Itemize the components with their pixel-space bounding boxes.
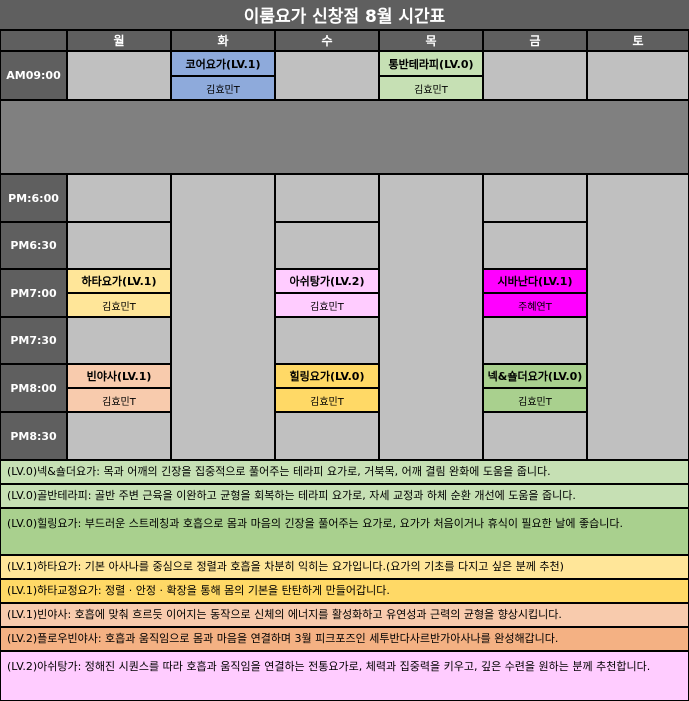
class-teacher: 김효민T xyxy=(275,293,379,317)
empty-slot xyxy=(483,317,587,364)
desc-text: 부드러운 스트레칭과 호흡으로 몸과 마음의 긴장을 풀어주는 요가로, 요가가… xyxy=(84,517,624,530)
desc-hatha-correction: (LV.1)하타교정요가: 정렬 · 안정 · 확장을 통해 몸의 기본을 탄탄… xyxy=(0,579,689,603)
day-header-fri: 금 xyxy=(483,30,587,51)
desc-healing: (LV.0)힐링요가: 부드러운 스트레칭과 호흡으로 몸과 마음의 긴장을 풀… xyxy=(0,508,689,555)
desc-tag: (LV.0)힐링요가: xyxy=(7,517,82,530)
desc-tag: (LV.1)하타요가: xyxy=(7,560,82,573)
desc-tag: (LV.0)넥&숄더요가: xyxy=(7,465,100,478)
corner-header xyxy=(0,30,67,51)
class-core-yoga: 코어요가(LV.1) xyxy=(171,51,275,76)
time-am0900: AM09:00 xyxy=(0,51,67,100)
desc-text: 정해진 시퀀스를 따라 호흡과 움직임을 연결하는 전통요가로, 체력과 집중력… xyxy=(84,660,651,673)
empty-column-thu xyxy=(379,174,483,460)
day-header-wed: 수 xyxy=(275,30,379,51)
class-vinyasa: 빈야사(LV.1) xyxy=(67,364,171,388)
desc-flow-vinyasa: (LV.2)플로우빈야사: 호흡과 움직임으로 몸과 마음을 연결하며 3월 피… xyxy=(0,627,689,651)
day-header-sat: 토 xyxy=(587,30,689,51)
class-teacher: 김효민T xyxy=(171,76,275,100)
desc-text: 호흡에 맞춰 흐르듯 이어지는 동작으로 신체의 에너지를 활성화하고 유연성과… xyxy=(74,608,562,621)
class-pelvis-therapy: 통반테라피(LV.0) xyxy=(379,51,483,76)
desc-text: 목과 어깨의 긴장을 집중적으로 풀어주는 테라피 요가로, 거북목, 어깨 결… xyxy=(103,465,551,478)
time-pm0700: PM7:00 xyxy=(0,269,67,317)
empty-slot xyxy=(483,51,587,100)
empty-slot xyxy=(275,51,379,100)
empty-slot xyxy=(275,222,379,269)
desc-tag: (LV.1)하타교정요가: xyxy=(7,584,102,597)
class-teacher: 김효민T xyxy=(67,293,171,317)
desc-tag: (LV.1)빈야사: xyxy=(7,608,72,621)
desc-text: 골반 주변 근육을 이완하고 균형을 회복하는 테라피 요가로, 자세 교정과 … xyxy=(94,489,576,502)
desc-ashtanga: (LV.2)아쉬탕가: 정해진 시퀀스를 따라 호흡과 움직임을 연결하는 전통… xyxy=(0,651,689,701)
desc-tag: (LV.2)아쉬탕가: xyxy=(7,660,82,673)
day-header-tue: 화 xyxy=(171,30,275,51)
empty-slot xyxy=(67,222,171,269)
empty-slot xyxy=(275,412,379,460)
class-hatha-yoga: 하타요가(LV.1) xyxy=(67,269,171,293)
desc-text: 기본 아사나를 중심으로 정렬과 호흡을 차분히 익히는 요가입니다.(요가의 … xyxy=(84,560,564,573)
day-header-thu: 목 xyxy=(379,30,483,51)
class-neck-shoulder-yoga: 넥&숄더요가(LV.0) xyxy=(483,364,587,388)
empty-slot xyxy=(483,222,587,269)
class-sivananda: 시바난다(LV.1) xyxy=(483,269,587,293)
class-healing-yoga: 힐링요가(LV.0) xyxy=(275,364,379,388)
class-teacher: 김효민T xyxy=(67,388,171,412)
empty-slot xyxy=(67,174,171,222)
desc-tag: (LV.2)플로우빈야사: xyxy=(7,632,102,645)
empty-slot xyxy=(275,317,379,364)
class-teacher: 김효민T xyxy=(483,388,587,412)
desc-tag: (LV.0)골반테라피: xyxy=(7,489,92,502)
desc-hatha: (LV.1)하타요가: 기본 아사나를 중심으로 정렬과 호흡을 차분히 익히는… xyxy=(0,555,689,579)
desc-neck-shoulder: (LV.0)넥&숄더요가: 목과 어깨의 긴장을 집중적으로 풀어주는 테라피 … xyxy=(0,460,689,484)
desc-text: 호흡과 움직임으로 몸과 마음을 연결하며 3월 피크포즈인 세투반다사르반가아… xyxy=(105,632,559,645)
empty-slot xyxy=(67,51,171,100)
desc-text: 정렬 · 안정 · 확장을 통해 몸의 기본을 탄탄하게 만들어갑니다. xyxy=(105,584,390,597)
empty-column-sat xyxy=(587,174,689,460)
time-pm0630: PM6:30 xyxy=(0,222,67,269)
empty-slot xyxy=(67,317,171,364)
time-pm0800: PM8:00 xyxy=(0,364,67,412)
time-pm0830: PM8:30 xyxy=(0,412,67,460)
empty-slot xyxy=(275,174,379,222)
class-teacher: 김효민T xyxy=(379,76,483,100)
empty-slot xyxy=(483,412,587,460)
class-teacher: 김효민T xyxy=(275,388,379,412)
desc-pelvis-therapy: (LV.0)골반테라피: 골반 주변 근육을 이완하고 균형을 회복하는 테라피… xyxy=(0,484,689,508)
class-teacher: 주혜연T xyxy=(483,293,587,317)
time-pm0600: PM:6:00 xyxy=(0,174,67,222)
time-pm0730: PM7:30 xyxy=(0,317,67,364)
empty-slot xyxy=(587,51,689,100)
day-header-mon: 월 xyxy=(67,30,171,51)
desc-vinyasa: (LV.1)빈야사: 호흡에 맞춰 흐르듯 이어지는 동작으로 신체의 에너지를… xyxy=(0,603,689,627)
page-title: 이룸요가 신창점 8월 시간표 xyxy=(0,0,689,30)
empty-slot xyxy=(483,174,587,222)
empty-slot xyxy=(67,412,171,460)
timetable-page: 이룸요가 신창점 8월 시간표 월 화 수 목 금 토 AM09:00 코어요가… xyxy=(0,0,689,701)
break-divider xyxy=(0,100,689,174)
empty-column-tue xyxy=(171,174,275,460)
class-ashtanga: 아쉬탕가(LV.2) xyxy=(275,269,379,293)
